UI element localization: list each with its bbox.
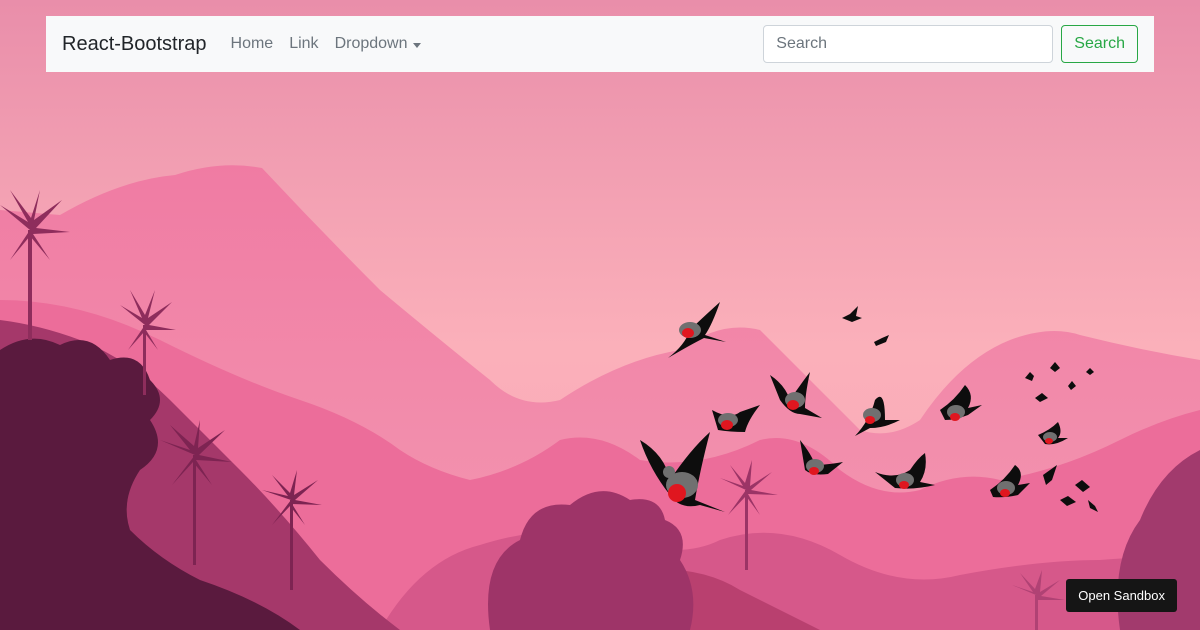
background-illustration [0, 0, 1200, 630]
caret-down-icon [412, 42, 421, 48]
navbar-brand[interactable]: React-Bootstrap [62, 33, 207, 56]
navbar: React-Bootstrap Home Link Dropdown Searc… [46, 16, 1154, 72]
open-sandbox-button[interactable]: Open Sandbox [1066, 579, 1177, 612]
nav-dropdown-toggle[interactable]: Dropdown [327, 35, 429, 53]
nav-link-home[interactable]: Home [223, 35, 282, 53]
nav-link-link[interactable]: Link [281, 35, 326, 53]
search-input[interactable] [763, 25, 1054, 63]
search-button[interactable]: Search [1061, 25, 1138, 63]
nav-dropdown-label: Dropdown [334, 35, 408, 52]
